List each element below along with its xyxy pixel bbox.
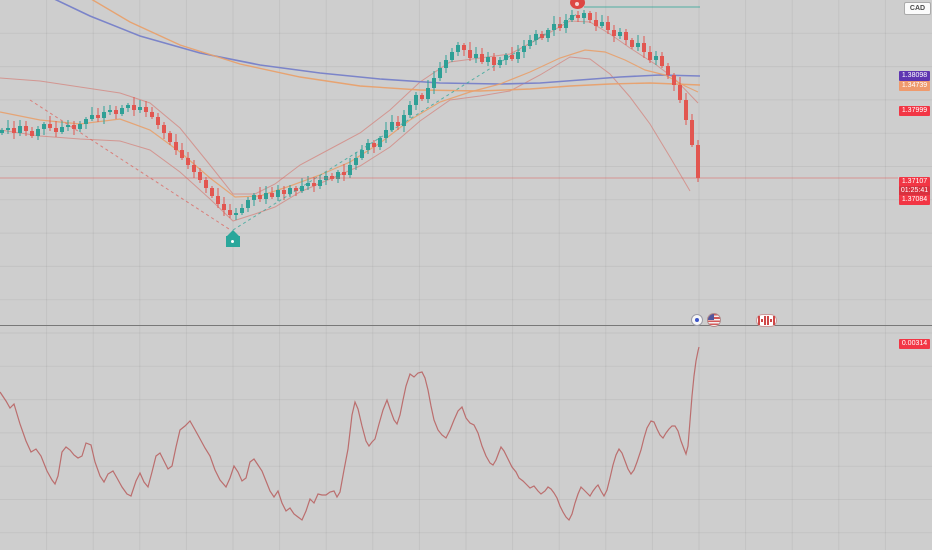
maple-leaf-icon — [770, 319, 772, 322]
price-label-band-value: 1.37999 — [899, 106, 930, 116]
trading-chart-window: 1.38098 1.34739 1.37999 1.37107 01:25:41 1.37… — [0, 0, 932, 550]
marker-dot-icon — [231, 240, 234, 243]
marker-dot-icon — [575, 2, 579, 6]
canada-flag-icon — [767, 316, 775, 325]
price-label-ma-orange-value: 1.34739 — [899, 81, 930, 91]
canada-flag-icon — [758, 316, 766, 325]
low-point-marker[interactable] — [226, 230, 240, 248]
us-flag-canton — [708, 314, 714, 320]
price-label-indicator-value: 0.00314 — [899, 339, 930, 349]
currency-cad-button[interactable]: CAD — [904, 2, 931, 15]
price-label-last-price: 1.37084 — [899, 195, 930, 205]
price-label-ma-blue-value: 1.38098 — [899, 71, 930, 81]
eu-flag-icon[interactable] — [691, 314, 703, 326]
canada-flag-pair-icon[interactable] — [756, 314, 777, 327]
eu-flag-dot — [695, 318, 699, 322]
pane-divider[interactable] — [0, 325, 932, 326]
chart-canvas[interactable] — [0, 0, 932, 550]
us-flag-icon[interactable] — [707, 313, 721, 327]
maple-leaf-icon — [761, 319, 763, 322]
